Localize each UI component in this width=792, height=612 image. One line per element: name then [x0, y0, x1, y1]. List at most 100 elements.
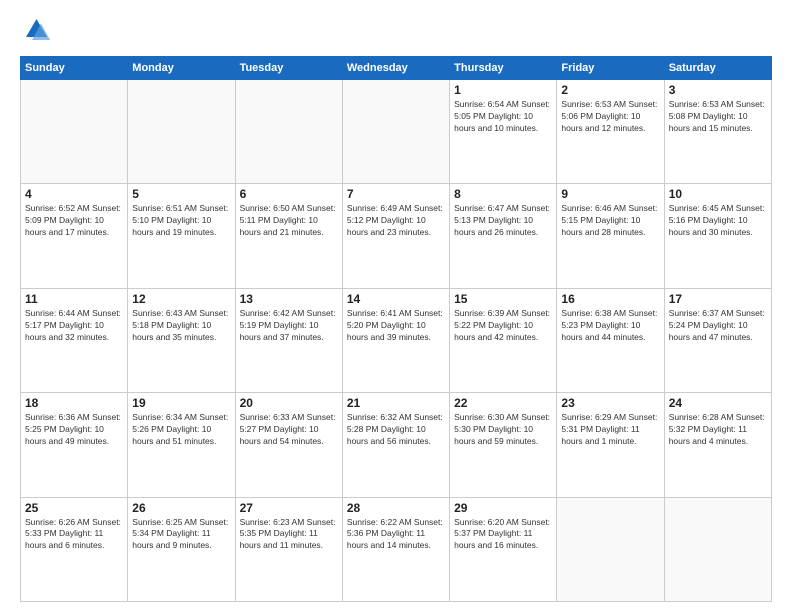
calendar-cell: 6 Sunrise: 6:50 AM Sunset: 5:11 PM Daylig… — [235, 184, 342, 288]
logo-icon — [20, 16, 50, 46]
day-number: 27 — [240, 501, 338, 515]
calendar-cell — [128, 80, 235, 184]
calendar-cell — [235, 80, 342, 184]
calendar-cell — [342, 80, 449, 184]
page: SundayMondayTuesdayWednesdayThursdayFrid… — [0, 0, 792, 612]
day-info: Sunrise: 6:51 AM Sunset: 5:10 PM Dayligh… — [132, 203, 230, 239]
day-number: 3 — [669, 83, 767, 97]
day-number: 17 — [669, 292, 767, 306]
calendar-cell: 7Sunrise: 6:49 AM Sunset: 5:12 PM Daylig… — [342, 184, 449, 288]
calendar-cell: 12Sunrise: 6:43 AM Sunset: 5:18 PM Dayli… — [128, 288, 235, 392]
calendar-cell: 24 Sunrise: 6:28 AM Sunset: 5:32 PM Dayli… — [664, 393, 771, 497]
day-number: 25 — [25, 501, 123, 515]
day-info: Sunrise: 6:20 AM Sunset: 5:37 PM Dayligh… — [454, 517, 552, 553]
day-info: Sunrise: 6:37 AM Sunset: 5:24 PM Dayligh… — [669, 308, 767, 344]
calendar-cell: 10 Sunrise: 6:45 AM Sunset: 5:16 PM Dayli… — [664, 184, 771, 288]
day-info: Sunrise: 6:33 AM Sunset: 5:27 PM Dayligh… — [240, 412, 338, 448]
day-number: 10 — [669, 187, 767, 201]
calendar-cell: 20 Sunrise: 6:33 AM Sunset: 5:27 PM Dayli… — [235, 393, 342, 497]
calendar-cell: 16Sunrise: 6:38 AM Sunset: 5:23 PM Dayli… — [557, 288, 664, 392]
day-number: 22 — [454, 396, 552, 410]
calendar-cell: 27 Sunrise: 6:23 AM Sunset: 5:35 PM Dayli… — [235, 497, 342, 601]
calendar-week-4: 25Sunrise: 6:26 AM Sunset: 5:33 PM Dayli… — [21, 497, 772, 601]
calendar-week-1: 4 Sunrise: 6:52 AM Sunset: 5:09 PM Daylig… — [21, 184, 772, 288]
calendar-cell — [21, 80, 128, 184]
calendar-cell: 29 Sunrise: 6:20 AM Sunset: 5:37 PM Dayli… — [450, 497, 557, 601]
weekday-header-monday: Monday — [128, 57, 235, 80]
day-info: Sunrise: 6:30 AM Sunset: 5:30 PM Dayligh… — [454, 412, 552, 448]
day-info: Sunrise: 6:54 AM Sunset: 5:05 PM Dayligh… — [454, 99, 552, 135]
day-number: 28 — [347, 501, 445, 515]
day-info: Sunrise: 6:44 AM Sunset: 5:17 PM Dayligh… — [25, 308, 123, 344]
day-info: Sunrise: 6:28 AM Sunset: 5:32 PM Dayligh… — [669, 412, 767, 448]
day-number: 19 — [132, 396, 230, 410]
day-info: Sunrise: 6:47 AM Sunset: 5:13 PM Dayligh… — [454, 203, 552, 239]
calendar-cell: 28 Sunrise: 6:22 AM Sunset: 5:36 PM Dayli… — [342, 497, 449, 601]
calendar-cell: 13 Sunrise: 6:42 AM Sunset: 5:19 PM Dayli… — [235, 288, 342, 392]
day-info: Sunrise: 6:23 AM Sunset: 5:35 PM Dayligh… — [240, 517, 338, 553]
calendar-cell: 18 Sunrise: 6:36 AM Sunset: 5:25 PM Dayli… — [21, 393, 128, 497]
day-number: 2 — [561, 83, 659, 97]
day-info: Sunrise: 6:53 AM Sunset: 5:06 PM Dayligh… — [561, 99, 659, 135]
day-number: 16 — [561, 292, 659, 306]
weekday-header-saturday: Saturday — [664, 57, 771, 80]
day-info: Sunrise: 6:36 AM Sunset: 5:25 PM Dayligh… — [25, 412, 123, 448]
weekday-header-thursday: Thursday — [450, 57, 557, 80]
weekday-header-wednesday: Wednesday — [342, 57, 449, 80]
day-info: Sunrise: 6:29 AM Sunset: 5:31 PM Dayligh… — [561, 412, 659, 448]
calendar-cell: 23 Sunrise: 6:29 AM Sunset: 5:31 PM Dayli… — [557, 393, 664, 497]
day-info: Sunrise: 6:42 AM Sunset: 5:19 PM Dayligh… — [240, 308, 338, 344]
day-number: 4 — [25, 187, 123, 201]
weekday-header-tuesday: Tuesday — [235, 57, 342, 80]
calendar-cell: 14 Sunrise: 6:41 AM Sunset: 5:20 PM Dayli… — [342, 288, 449, 392]
calendar-week-3: 18 Sunrise: 6:36 AM Sunset: 5:25 PM Dayli… — [21, 393, 772, 497]
calendar-cell: 5 Sunrise: 6:51 AM Sunset: 5:10 PM Daylig… — [128, 184, 235, 288]
day-number: 14 — [347, 292, 445, 306]
day-number: 20 — [240, 396, 338, 410]
day-number: 9 — [561, 187, 659, 201]
day-number: 8 — [454, 187, 552, 201]
day-number: 7 — [347, 187, 445, 201]
calendar-table: SundayMondayTuesdayWednesdayThursdayFrid… — [20, 56, 772, 602]
calendar-cell: 9 Sunrise: 6:46 AM Sunset: 5:15 PM Daylig… — [557, 184, 664, 288]
calendar-cell: 21 Sunrise: 6:32 AM Sunset: 5:28 PM Dayli… — [342, 393, 449, 497]
day-number: 5 — [132, 187, 230, 201]
calendar-cell: 1 Sunrise: 6:54 AM Sunset: 5:05 PM Daylig… — [450, 80, 557, 184]
day-number: 6 — [240, 187, 338, 201]
logo — [20, 16, 56, 46]
day-number: 24 — [669, 396, 767, 410]
calendar-week-2: 11 Sunrise: 6:44 AM Sunset: 5:17 PM Dayli… — [21, 288, 772, 392]
day-info: Sunrise: 6:32 AM Sunset: 5:28 PM Dayligh… — [347, 412, 445, 448]
day-number: 23 — [561, 396, 659, 410]
weekday-header-sunday: Sunday — [21, 57, 128, 80]
day-info: Sunrise: 6:22 AM Sunset: 5:36 PM Dayligh… — [347, 517, 445, 553]
day-info: Sunrise: 6:45 AM Sunset: 5:16 PM Dayligh… — [669, 203, 767, 239]
day-number: 26 — [132, 501, 230, 515]
calendar-cell: 26Sunrise: 6:25 AM Sunset: 5:34 PM Dayli… — [128, 497, 235, 601]
day-info: Sunrise: 6:52 AM Sunset: 5:09 PM Dayligh… — [25, 203, 123, 239]
calendar-cell: 19 Sunrise: 6:34 AM Sunset: 5:26 PM Dayli… — [128, 393, 235, 497]
day-number: 18 — [25, 396, 123, 410]
day-info: Sunrise: 6:53 AM Sunset: 5:08 PM Dayligh… — [669, 99, 767, 135]
weekday-header-friday: Friday — [557, 57, 664, 80]
day-info: Sunrise: 6:46 AM Sunset: 5:15 PM Dayligh… — [561, 203, 659, 239]
calendar-cell: 2 Sunrise: 6:53 AM Sunset: 5:06 PM Daylig… — [557, 80, 664, 184]
calendar-cell: 11 Sunrise: 6:44 AM Sunset: 5:17 PM Dayli… — [21, 288, 128, 392]
day-number: 12 — [132, 292, 230, 306]
day-info: Sunrise: 6:41 AM Sunset: 5:20 PM Dayligh… — [347, 308, 445, 344]
calendar-cell: 3 Sunrise: 6:53 AM Sunset: 5:08 PM Daylig… — [664, 80, 771, 184]
day-number: 21 — [347, 396, 445, 410]
day-number: 29 — [454, 501, 552, 515]
day-number: 11 — [25, 292, 123, 306]
calendar-cell: 22 Sunrise: 6:30 AM Sunset: 5:30 PM Dayli… — [450, 393, 557, 497]
day-number: 13 — [240, 292, 338, 306]
calendar-cell: 8 Sunrise: 6:47 AM Sunset: 5:13 PM Daylig… — [450, 184, 557, 288]
day-info: Sunrise: 6:39 AM Sunset: 5:22 PM Dayligh… — [454, 308, 552, 344]
day-number: 1 — [454, 83, 552, 97]
calendar-cell — [557, 497, 664, 601]
day-number: 15 — [454, 292, 552, 306]
day-info: Sunrise: 6:50 AM Sunset: 5:11 PM Dayligh… — [240, 203, 338, 239]
calendar-cell: 17 Sunrise: 6:37 AM Sunset: 5:24 PM Dayli… — [664, 288, 771, 392]
day-info: Sunrise: 6:34 AM Sunset: 5:26 PM Dayligh… — [132, 412, 230, 448]
calendar-cell: 15 Sunrise: 6:39 AM Sunset: 5:22 PM Dayli… — [450, 288, 557, 392]
